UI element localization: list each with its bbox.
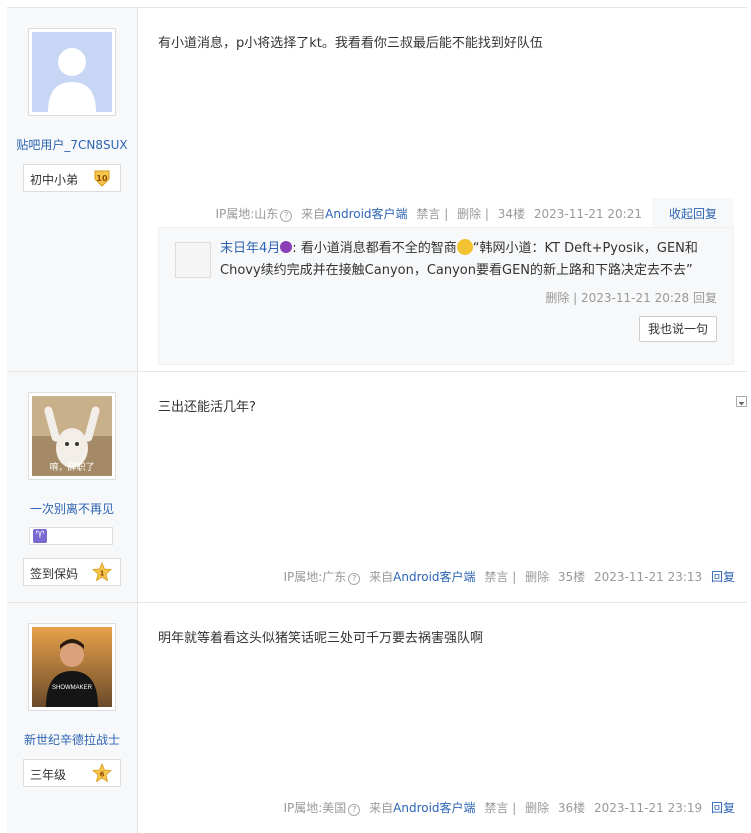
level-badge-icon: 10: [94, 170, 110, 187]
avatar[interactable]: 唷，辞职了: [28, 392, 116, 480]
floor-number: 35楼: [557, 570, 586, 584]
post-time: 2023-11-21 20:21: [533, 207, 642, 221]
post-time: 2023-11-21 23:13: [594, 570, 703, 584]
post-time: 2023-11-21 23:19: [594, 801, 703, 815]
ban-link[interactable]: 禁言: [484, 801, 508, 815]
client-link[interactable]: Android客户端: [393, 801, 475, 815]
cat-avatar-image: 唷，辞职了: [32, 396, 112, 476]
level-number: 1: [100, 570, 105, 578]
title-badge[interactable]: 初中小弟 10: [23, 164, 121, 192]
reply-delete-link[interactable]: 删除: [545, 291, 569, 305]
level-number: 10: [96, 174, 108, 183]
floor-number: 36楼: [557, 801, 586, 815]
post-tail: IP属地:山东? 来自Android客户端 禁言 | 删除 | 34楼 2023…: [215, 207, 642, 222]
client-link[interactable]: Android客户端: [393, 570, 475, 584]
reply-text-part-1: : 看小道消息都看不全的智商: [292, 241, 457, 256]
devil-emoji-icon: [280, 241, 293, 253]
reply-time: 2023-11-21 20:28: [581, 291, 690, 305]
author-sidebar: 贴吧用户_7CN8SUX 初中小弟 10: [7, 8, 138, 372]
help-icon[interactable]: ?: [348, 573, 361, 585]
zodiac-badge[interactable]: ♈: [29, 527, 113, 545]
reply-box: 末日年4月: 看小道消息都看不全的智商 “韩网小道：KT Deft+Pyosik，…: [158, 227, 734, 365]
reply-text: 末日年4月: 看小道消息都看不全的智商 “韩网小道：KT Deft+Pyosik，…: [220, 238, 720, 282]
post-content: 三出还能活几年?: [158, 400, 256, 415]
post-floor-35: 唷，辞职了 一次别离不再见 ♈ 签到保妈 1 三出还能活几年? IP属地:广东?…: [7, 371, 747, 603]
source-prefix: 来自: [369, 801, 394, 815]
username[interactable]: 一次别离不再见: [7, 500, 137, 517]
title-badge-label: 初中小弟: [30, 173, 79, 187]
source-prefix: 来自: [369, 570, 394, 584]
help-icon[interactable]: ?: [348, 804, 361, 816]
ip-location: IP属地:广东: [283, 570, 347, 584]
post-tail: IP属地:美国? 来自Android客户端 禁言 | 删除 36楼 2023-1…: [283, 801, 735, 816]
reply-avatar[interactable]: [175, 242, 211, 278]
reply-link[interactable]: 回复: [711, 801, 735, 815]
help-icon[interactable]: ?: [280, 210, 293, 222]
player-avatar-image: SHOWMAKER: [32, 627, 112, 707]
reply-tail: 删除 | 2023-11-21 20:28 回复: [545, 291, 717, 305]
title-badge-label: 签到保妈: [30, 567, 79, 581]
post-menu-dropdown-icon[interactable]: [736, 396, 747, 407]
delete-link[interactable]: 删除: [457, 207, 481, 221]
post-content: 明年就等着看这头似猪笑话呢三处可千万要去祸害强队啊: [158, 631, 484, 646]
ban-link[interactable]: 禁言: [416, 207, 440, 221]
avatar[interactable]: SHOWMAKER: [28, 623, 116, 711]
ip-location: IP属地:美国: [283, 801, 347, 815]
default-avatar-icon: [32, 32, 112, 112]
delete-link[interactable]: 删除: [525, 801, 549, 815]
reply-reply-link[interactable]: 回复: [693, 291, 717, 305]
avatar-caption: SHOWMAKER: [52, 685, 93, 691]
avatar[interactable]: [28, 28, 116, 116]
username[interactable]: 新世纪辛德拉战士: [7, 731, 137, 748]
username[interactable]: 贴吧用户_7CN8SUX: [7, 136, 137, 153]
author-sidebar: 唷，辞职了 一次别离不再见 ♈ 签到保妈 1: [7, 372, 138, 603]
smile-emoji-icon: [456, 239, 473, 255]
title-badge-label: 三年级: [30, 768, 67, 782]
source-prefix: 来自: [301, 207, 326, 221]
reply-username[interactable]: 末日年4月: [220, 241, 280, 256]
post-floor-36: SHOWMAKER 新世纪辛德拉战士 三年级 6 明年就等着看这头似猪笑话呢三处…: [7, 602, 747, 833]
level-number: 6: [100, 771, 105, 779]
author-sidebar: SHOWMAKER 新世纪辛德拉战士 三年级 6: [7, 603, 138, 833]
say-something-button[interactable]: 我也说一句: [639, 316, 717, 342]
level-badge-icon: 6: [92, 763, 112, 783]
post-floor-34: 贴吧用户_7CN8SUX 初中小弟 10 有小道消息，p小将选择了kt。我看看你…: [7, 7, 747, 372]
title-badge[interactable]: 三年级 6: [23, 759, 121, 787]
ban-link[interactable]: 禁言: [484, 570, 508, 584]
client-link[interactable]: Android客户端: [325, 207, 407, 221]
reply-link[interactable]: 回复: [711, 570, 735, 584]
post-tail: IP属地:广东? 来自Android客户端 禁言 | 删除 35楼 2023-1…: [283, 570, 735, 585]
floor-number: 34楼: [497, 207, 526, 221]
avatar-caption: 唷，辞职了: [49, 461, 94, 472]
level-badge-icon: 1: [92, 562, 112, 582]
title-badge[interactable]: 签到保妈 1: [23, 558, 121, 586]
post-content: 有小道消息，p小将选择了kt。我看看你三叔最后能不能找到好队伍: [158, 36, 543, 51]
aries-icon: ♈: [33, 529, 47, 543]
delete-link[interactable]: 删除: [525, 570, 549, 584]
ip-location: IP属地:山东: [215, 207, 279, 221]
